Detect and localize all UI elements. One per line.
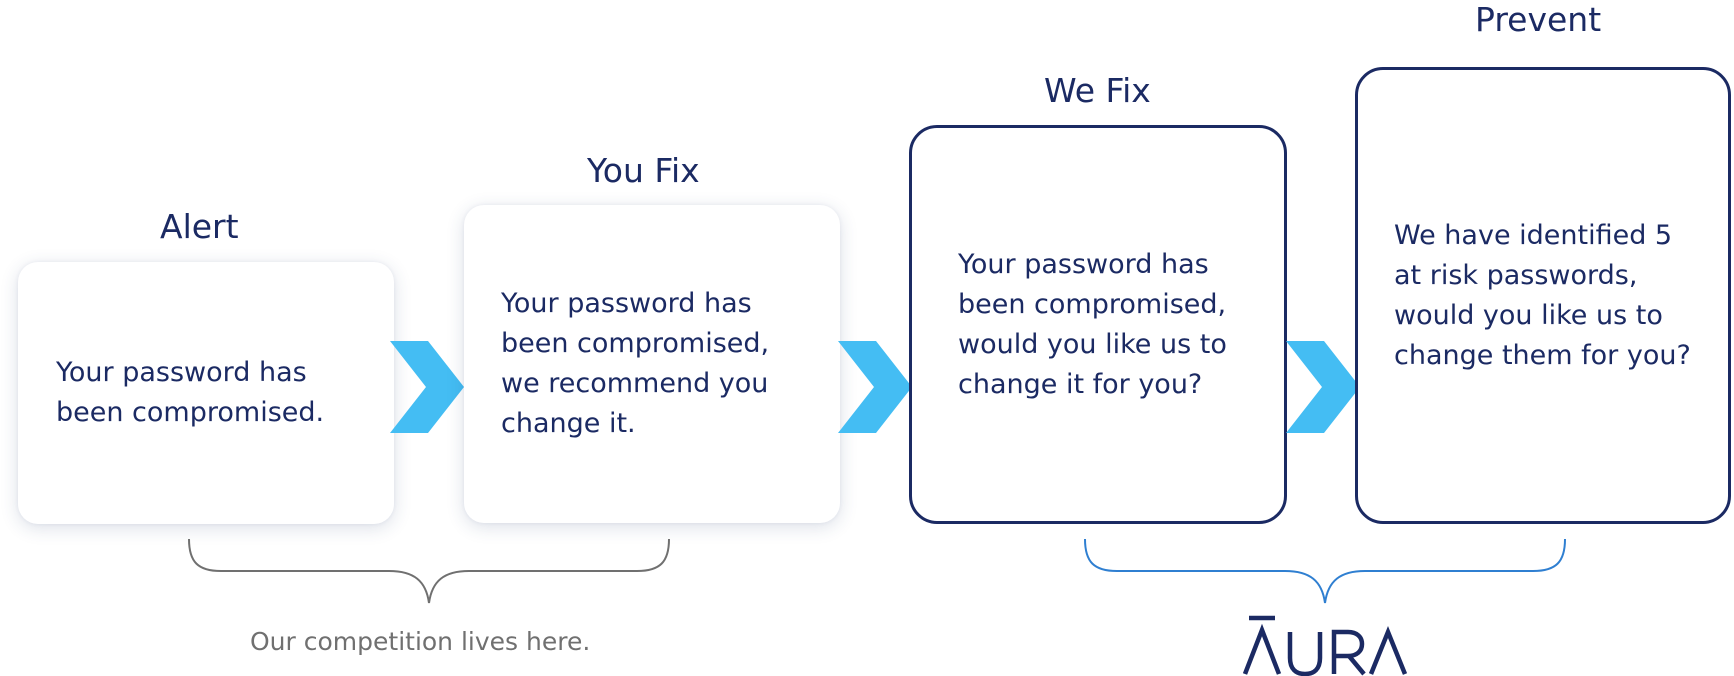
stage-text-you-fix: Your password has been compromised, we r…: [501, 288, 770, 439]
stage-text-prevent: We have identified 5 at risk passwords, …: [1394, 219, 1691, 371]
stage-text-we-fix: Your password has been compromised, woul…: [958, 248, 1227, 400]
stage-text-alert: Your password has been compromised.: [56, 357, 325, 428]
curly-brace-icon: [1084, 538, 1566, 604]
stage-card-prevent: We have identified 5 at risk passwords, …: [1355, 67, 1731, 524]
stage-card-alert: Your password has been compromised.: [18, 262, 394, 524]
curly-brace-icon: [188, 538, 670, 604]
stage-title-prevent: Prevent: [1475, 0, 1602, 39]
chevron-right-icon: [1286, 341, 1360, 433]
stage-title-you-fix: You Fix: [587, 151, 700, 190]
chevron-right-icon: [838, 341, 912, 433]
stage-card-you-fix: Your password has been compromised, we r…: [464, 205, 840, 523]
stage-title-we-fix: We Fix: [1044, 71, 1151, 110]
competition-caption: Our competition lives here.: [250, 627, 591, 656]
stage-title-alert: Alert: [160, 207, 239, 246]
aura-logo-icon: [1243, 615, 1407, 676]
chevron-right-icon: [390, 341, 464, 433]
stage-card-we-fix: Your password has been compromised, woul…: [909, 125, 1287, 524]
